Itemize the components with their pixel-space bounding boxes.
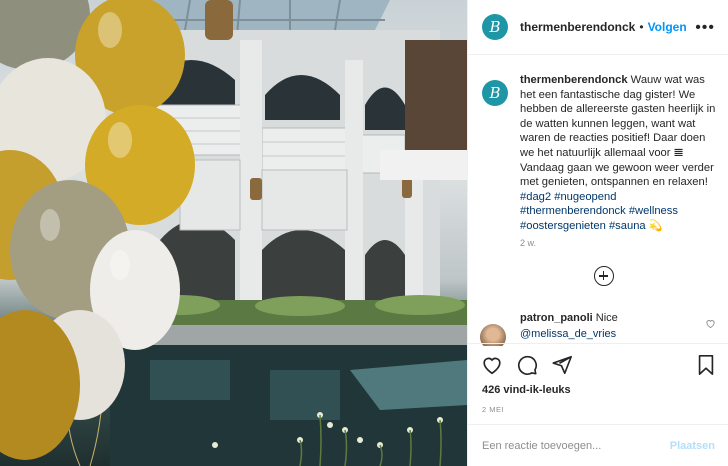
separator-dot: •: [639, 20, 644, 34]
post-panel: B thermenberendonck • Volgen ••• B therm…: [467, 0, 728, 466]
bookmark-icon[interactable]: [696, 354, 716, 376]
profile-avatar[interactable]: B: [482, 14, 508, 40]
comment-item: patron_panoli Nice @melissa_de_vries: [520, 311, 720, 341]
caption-avatar[interactable]: B: [482, 80, 508, 106]
comment-username[interactable]: patron_panoli: [520, 312, 593, 324]
comment-like-icon[interactable]: [705, 318, 716, 329]
logo-letter: B: [489, 18, 501, 36]
caption-text: Wauw wat was het een fantastische dag gi…: [520, 74, 716, 189]
comment-mention[interactable]: @melissa_de_vries: [520, 327, 720, 341]
caption-time[interactable]: 2 w.: [520, 238, 536, 248]
post-date: 2 MEI: [482, 405, 505, 414]
heart-icon[interactable]: [481, 354, 503, 376]
likes-count[interactable]: 426 vind-ik-leuks: [482, 384, 571, 396]
caption-avatar-letter: B: [489, 84, 501, 102]
caption-emoji: 💫: [648, 219, 663, 232]
comment-icon[interactable]: [516, 354, 538, 376]
header-username[interactable]: thermenberendonck: [520, 20, 635, 34]
post-comment-button[interactable]: Plaatsen: [670, 440, 715, 452]
share-icon[interactable]: [551, 354, 573, 376]
post-caption: thermenberendonck Wauw wat was het een f…: [520, 73, 720, 234]
more-horizontal-icon[interactable]: •••: [695, 19, 715, 37]
caption-username[interactable]: thermenberendonck: [520, 74, 628, 86]
load-more-comments-icon[interactable]: [594, 266, 614, 286]
photo-scene: [0, 0, 467, 466]
action-bar: [468, 343, 728, 385]
comment-text: Nice: [595, 312, 618, 324]
follow-button[interactable]: Volgen: [648, 20, 687, 34]
post-header: B thermenberendonck • Volgen •••: [468, 0, 728, 55]
comment-bar: Plaatsen: [468, 424, 728, 466]
post-photo[interactable]: [0, 0, 467, 466]
comment-input[interactable]: [482, 439, 670, 452]
